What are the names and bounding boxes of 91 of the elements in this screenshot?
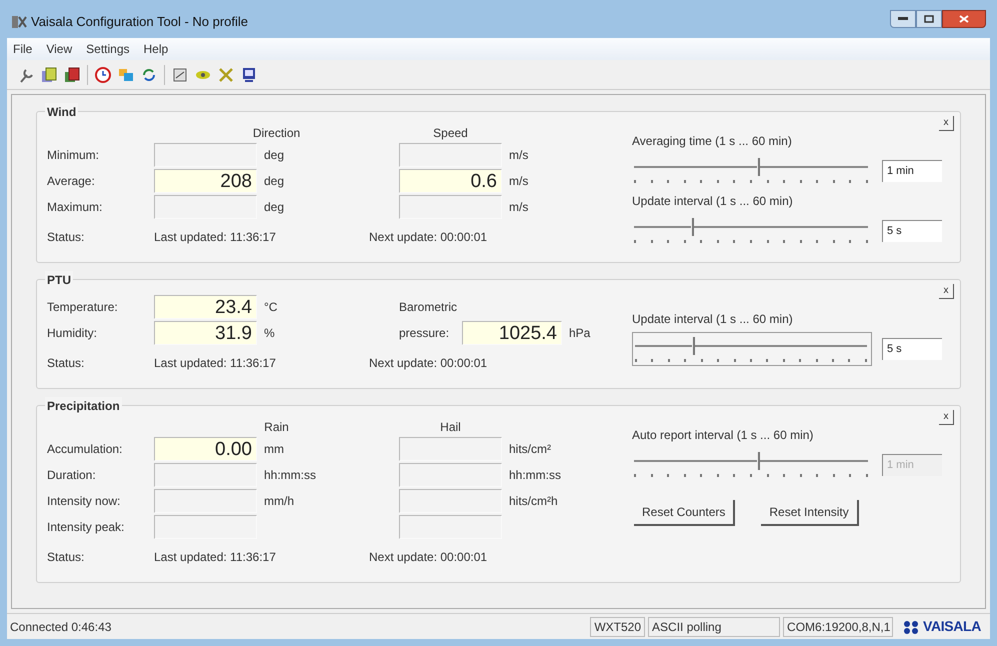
protocol-status: ASCII polling [648,616,780,636]
row-label: Intensity peak: [47,520,124,534]
menu-item[interactable]: Settings [86,40,130,58]
interval-field[interactable]: 5 s [882,338,942,360]
slider-label: Update interval (1 s ... 60 min) [632,311,794,328]
slider-thumb[interactable] [757,158,760,176]
next-update-text: Next update: 00:00:01 [369,355,488,372]
column-header: Rain [264,419,289,436]
readout-field[interactable] [399,143,502,167]
menu-item[interactable]: Help [144,40,168,58]
slider-label: Auto report interval (1 s ... 60 min) [632,427,814,444]
port-settings: COM6:19200,8,N,1 [783,616,894,636]
maximize-icon [924,15,934,23]
app-icon [11,14,27,30]
unit-label: °C [264,299,278,316]
readout-field[interactable]: 208 [154,169,257,193]
last-updated-text: Last updated: 11:36:17 [154,550,276,564]
unit-label: hits/cm²h [509,493,558,510]
column-header: Direction [252,125,300,142]
unit-label: mm [264,441,284,458]
unit-label: hits/cm² [509,441,551,458]
readout-field[interactable]: 23.4 [154,295,257,319]
reset-button[interactable]: Reset Intensity [761,500,859,526]
device-model: WXT520 [590,616,646,636]
row-label: Duration: [47,468,96,482]
readout-field[interactable] [154,195,257,219]
readout-field[interactable]: 31.9 [154,321,257,345]
readout-field[interactable] [399,489,502,513]
readout-field[interactable] [399,515,502,539]
unit-label: hPa [569,325,590,342]
unit-label: hh:mm:ss [509,467,562,484]
readout-field[interactable] [399,463,502,487]
group-title: Precipitation [45,397,122,415]
column-header: Speed [433,125,468,142]
menu-item[interactable]: File [13,40,32,58]
unit-label: mm/h [264,493,294,510]
unit-label: m/s [509,199,528,216]
unit-label: deg [264,199,284,216]
interval-field[interactable]: 5 s [882,220,942,242]
row-label: Intensity now: [47,494,120,508]
row-label: Humidity: [47,326,98,340]
row-label: Average: [47,174,95,188]
unit-label: deg [264,173,284,190]
minimize-icon [898,17,908,21]
row-label: Accumulation: [47,442,122,456]
column-header: Hail [440,419,461,436]
reset-button[interactable]: Reset Counters [634,500,736,526]
slider-label: Averaging time (1 s ... 60 min) [632,133,793,150]
readout-field[interactable] [399,437,502,461]
window-title: Vaisala Configuration Tool - No profile [31,13,248,32]
last-updated-text: Last updated: 11:36:17 [154,356,276,370]
row-label: Minimum: [47,148,100,162]
unit-label: m/s [509,147,528,164]
status-label: Status: [47,230,84,244]
status-label: Status: [47,550,84,564]
readout-field[interactable] [399,195,502,219]
readout-field[interactable]: 0.6 [399,169,502,193]
field-label: pressure: [399,325,450,342]
unit-label: hh:mm:ss [264,467,316,484]
readout-field[interactable] [154,515,257,539]
readout-field[interactable] [154,463,257,487]
slider-thumb[interactable] [692,337,695,355]
slider-label: Update interval (1 s ... 60 min) [632,193,794,210]
readout-field[interactable]: 0.00 [154,437,257,461]
close-button[interactable]: x [939,284,954,299]
slider-thumb[interactable] [691,218,694,236]
next-update-text: Next update: 00:00:01 [369,549,488,566]
logo-text: VAISALA [923,617,981,636]
last-updated-text: Last updated: 11:36:17 [154,230,276,244]
row-label: Maximum: [47,200,102,214]
unit-label: m/s [509,173,528,190]
logo-icon [902,620,920,634]
unit-label: deg [264,147,284,164]
maximize-button[interactable] [916,10,942,28]
next-update-text: Next update: 00:00:01 [369,229,488,246]
readout-field[interactable]: 1025.4 [462,321,562,345]
readout-field[interactable] [154,489,257,513]
row-label: Temperature: [47,300,118,314]
field-label: Barometric [399,299,458,316]
close-window-button[interactable] [942,10,986,28]
minimize-button[interactable] [890,10,916,28]
close-button[interactable]: x [939,410,954,425]
status-label: Status: [47,356,84,370]
close-button[interactable]: x [939,116,954,131]
slider[interactable] [632,332,872,366]
unit-label: % [264,325,275,342]
connection-status: Connected 0:46:43 [10,618,112,636]
readout-field[interactable] [154,143,257,167]
interval-field[interactable]: 1 min [882,160,942,182]
close-icon [959,15,969,23]
menu-item[interactable]: View [46,40,72,58]
